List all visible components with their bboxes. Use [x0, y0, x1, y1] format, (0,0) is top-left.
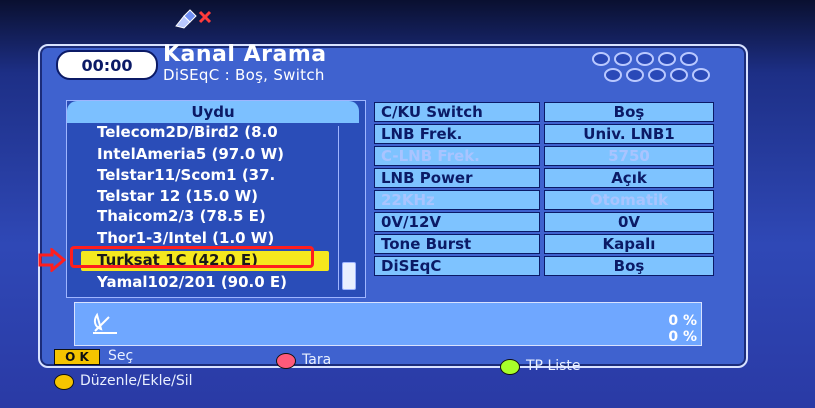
setting-label: LNB Power	[374, 168, 540, 188]
setting-value[interactable]: Açık	[544, 168, 714, 188]
setting-row-disabled: 22KHz Otomatik	[374, 190, 718, 210]
setting-label: C/KU Switch	[374, 102, 540, 122]
yellow-button-icon	[54, 374, 74, 390]
green-button-icon	[500, 359, 520, 375]
ok-key: O K	[54, 349, 100, 365]
satellite-item[interactable]: Yamal102/201 (90.0 E)	[97, 273, 287, 293]
setting-label: 22KHz	[374, 190, 540, 210]
yellow-label: Düzenle/Ekle/Sil	[80, 373, 193, 389]
dots-pattern-icon	[592, 52, 712, 84]
satellite-item[interactable]: Telecom2D/Bird2 (8.0	[97, 123, 278, 143]
setting-label: DiSEqC	[374, 256, 540, 276]
red-button-icon	[276, 353, 296, 369]
setting-row[interactable]: Tone Burst Kapalı	[374, 234, 718, 254]
satellite-list-header: Uydu	[67, 101, 359, 123]
satellite-item[interactable]: Thaicom2/3 (78.5 E)	[97, 207, 266, 227]
setting-row-disabled: C-LNB Frek. 5750	[374, 146, 718, 166]
setting-row[interactable]: C/KU Switch Boş	[374, 102, 718, 122]
scan-status-panel: 0 % 0 %	[74, 302, 702, 346]
progress-percent: 0 %	[668, 329, 697, 345]
setting-value[interactable]: Kapalı	[544, 234, 714, 254]
satellite-item[interactable]: Telstar 12 (15.0 W)	[97, 187, 258, 207]
setting-label: 0V/12V	[374, 212, 540, 232]
setting-value[interactable]: 0V	[544, 212, 714, 232]
page-subtitle: DiSEqC : Boş, Switch	[163, 66, 325, 84]
clock: 00:00	[56, 50, 158, 80]
selection-highlight-box	[70, 246, 314, 268]
arrow-icon	[38, 248, 66, 272]
tv-screen: 00:00 Kanal Arama DiSEqC : Boş, Switch U…	[0, 0, 815, 408]
satellite-dish-icon	[93, 312, 117, 334]
setting-value[interactable]: Boş	[544, 256, 714, 276]
setting-row[interactable]: 0V/12V 0V	[374, 212, 718, 232]
satellite-list: Uydu Telecom2D/Bird2 (8.0 IntelAmeria5 (…	[66, 100, 366, 298]
setting-label: Tone Burst	[374, 234, 540, 254]
ok-label: Seç	[108, 348, 134, 364]
setting-value: Otomatik	[544, 190, 714, 210]
setting-label: LNB Frek.	[374, 124, 540, 144]
page-title: Kanal Arama	[163, 42, 327, 67]
setting-row[interactable]: LNB Frek. Univ. LNB1	[374, 124, 718, 144]
satellite-item[interactable]: Telstar11/Scom1 (37.	[97, 166, 275, 186]
setting-label: C-LNB Frek.	[374, 146, 540, 166]
satellite-item[interactable]: IntelAmeria5 (97.0 W)	[97, 145, 284, 165]
setting-value[interactable]: Univ. LNB1	[544, 124, 714, 144]
setting-row[interactable]: DiSEqC Boş	[374, 256, 718, 276]
setting-value[interactable]: Boş	[544, 102, 714, 122]
satellite-off-icon	[175, 9, 212, 29]
setting-row[interactable]: LNB Power Açık	[374, 168, 718, 188]
setting-value: 5750	[544, 146, 714, 166]
green-label: TP Liste	[526, 358, 581, 374]
scrollbar-thumb[interactable]	[342, 262, 356, 290]
progress-percent: 0 %	[668, 313, 697, 329]
red-label: Tara	[302, 352, 332, 368]
